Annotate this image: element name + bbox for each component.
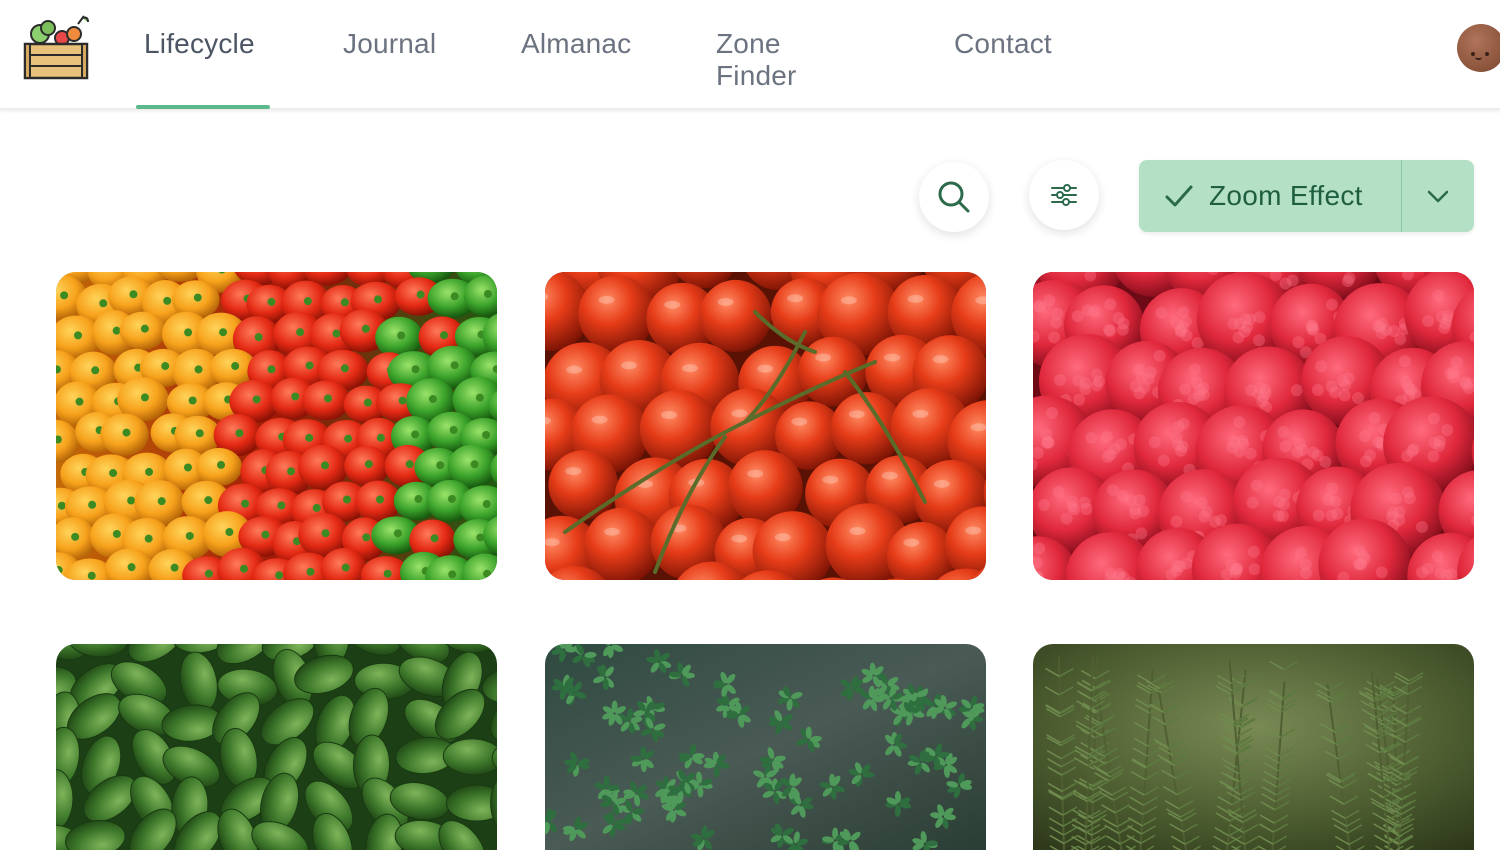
raspberries-image <box>1033 272 1474 580</box>
gallery-image-thyme[interactable] <box>545 644 986 850</box>
search-button[interactable] <box>919 162 989 232</box>
user-avatar-icon[interactable] <box>1457 24 1500 72</box>
thyme-image <box>545 644 986 850</box>
checkmark-icon <box>1165 185 1193 207</box>
zoom-effect-toggle[interactable]: Zoom Effect <box>1139 160 1401 232</box>
nav-item-almanac[interactable]: Almanac <box>521 28 631 60</box>
nav-item-zone-finder[interactable]: Zone Finder <box>716 28 797 92</box>
nav-item-lifecycle[interactable]: Lifecycle <box>144 28 255 60</box>
active-tab-indicator <box>136 105 270 109</box>
chevron-down-icon <box>1427 190 1449 203</box>
gallery-image-basil[interactable] <box>56 644 497 850</box>
gallery-image-bell-peppers[interactable] <box>56 272 497 580</box>
zoom-effect-split-button: Zoom Effect <box>1139 160 1474 232</box>
rosemary-image <box>1033 644 1474 850</box>
filter-button[interactable] <box>1029 160 1099 230</box>
vegetable-crate-icon[interactable] <box>22 12 92 82</box>
basil-image <box>56 644 497 850</box>
search-icon <box>938 181 970 213</box>
gallery-image-raspberries[interactable] <box>1033 272 1474 580</box>
nav-item-journal[interactable]: Journal <box>343 28 436 60</box>
zoom-effect-menu-button[interactable] <box>1402 160 1474 232</box>
bell-peppers-image <box>56 272 497 580</box>
gallery-image-rosemary[interactable] <box>1033 644 1474 850</box>
gallery-image-vine-tomatoes[interactable] <box>545 272 986 580</box>
nav-item-contact[interactable]: Contact <box>954 28 1052 60</box>
vine-tomatoes-image <box>545 272 986 580</box>
sliders-icon <box>1051 184 1077 206</box>
zoom-effect-label: Zoom Effect <box>1209 180 1363 211</box>
top-navigation-bar: Lifecycle Journal Almanac Zone Finder Co… <box>0 0 1500 110</box>
